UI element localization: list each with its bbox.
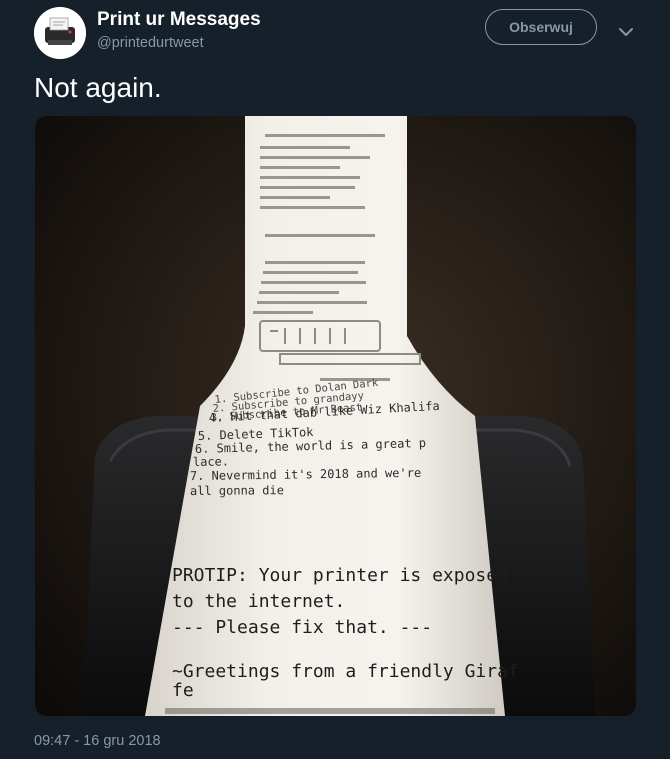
author-handle[interactable]: @printedurtweet: [97, 35, 204, 51]
receipt-line: lace.: [193, 454, 229, 469]
more-options-button[interactable]: [614, 20, 638, 44]
receipt-protip: --- Please fix that. ---: [172, 617, 432, 638]
follow-button[interactable]: Obserwuj: [485, 9, 597, 45]
tweet-header: Print ur Messages @printedurtweet Obserw…: [0, 0, 670, 70]
receipt-protip: to the internet.: [172, 591, 345, 612]
receipt-photo: 1. Subscribe to Dolan Dark 2. Subscribe …: [35, 116, 636, 716]
receipt-line: all gonna die: [190, 483, 284, 498]
avatar[interactable]: [34, 7, 86, 59]
printer-icon: [34, 7, 86, 59]
tweet-timestamp[interactable]: 09:47 - 16 gru 2018: [34, 733, 161, 749]
tweet-text: Not again.: [34, 72, 162, 103]
receipt-protip: PROTIP: Your printer is exposed: [172, 565, 508, 586]
tweet-photo[interactable]: 1. Subscribe to Dolan Dark 2. Subscribe …: [35, 116, 636, 716]
receipt-greeting: fe: [172, 680, 194, 701]
author-name[interactable]: Print ur Messages: [97, 9, 261, 31]
receipt-greeting: ~Greetings from a friendly Giraf: [172, 661, 519, 682]
chevron-down-icon: [619, 28, 633, 36]
